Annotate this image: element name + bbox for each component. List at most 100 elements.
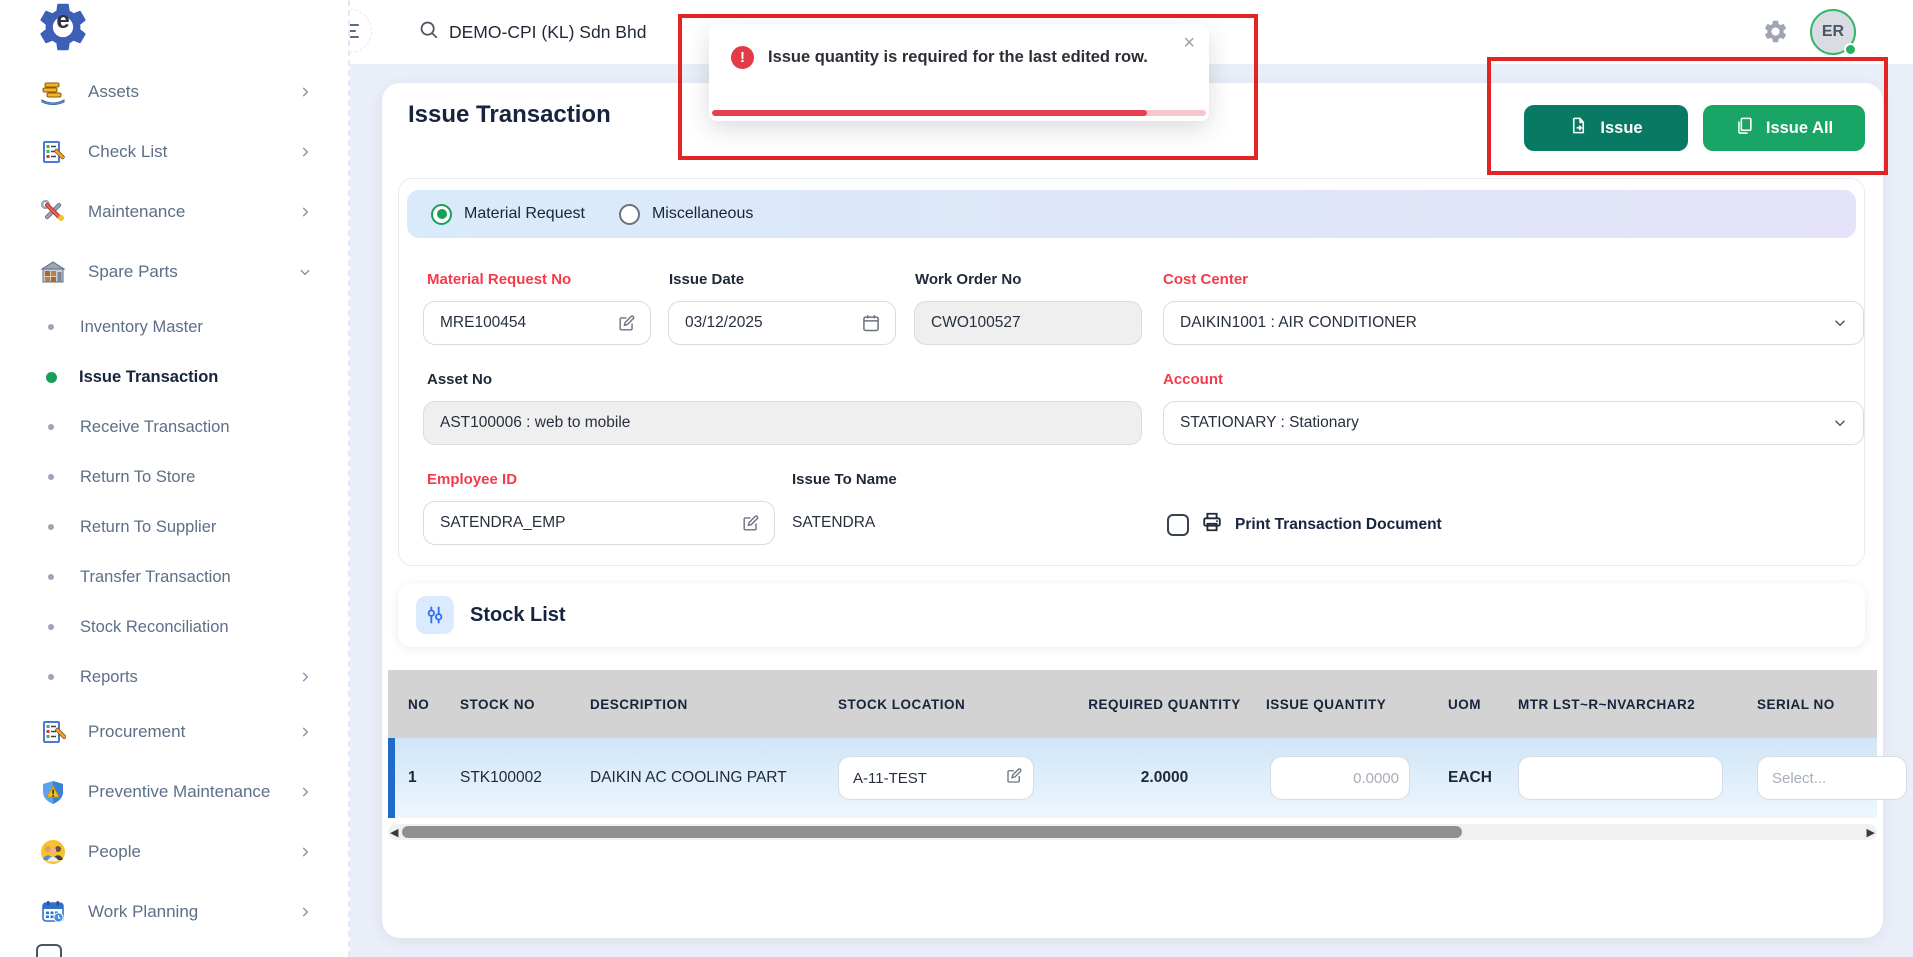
stock-table-row: 1 STK100002 DAIKIN AC COOLING PART 2.000… [388,738,1877,818]
edit-icon[interactable] [1005,767,1023,790]
spare-parts-icon [36,257,70,287]
page-title: Issue Transaction [408,101,611,129]
scroll-left-arrow[interactable]: ◀ [390,826,398,839]
global-search[interactable]: DEMO-CPI (KL) Sdn Bhd [418,0,646,64]
stock-location-field[interactable] [838,756,1034,800]
transaction-form-panel: Material Request Miscellaneous Material … [398,178,1865,566]
issue-date-field[interactable] [668,301,896,345]
issue-quantity-input[interactable] [1285,770,1399,787]
sidebar-item-receive-transaction[interactable]: Receive Transaction [0,402,348,452]
miscellaneous-radio[interactable]: Miscellaneous [619,204,753,225]
sidebar-item-people[interactable]: People [0,822,348,882]
col-stock-no: STOCK NO [460,697,590,712]
material-request-no-input[interactable] [440,314,617,332]
chevron-down-icon [1831,314,1849,332]
error-icon: ! [731,46,754,69]
edit-icon[interactable] [741,514,760,533]
serial-no-field[interactable] [1757,756,1907,800]
sidebar-item-procurement[interactable]: Procurement [0,702,348,762]
serial-no-input[interactable] [1772,770,1896,787]
employee-id-field[interactable] [423,501,775,545]
copy-icon [1735,116,1754,140]
mtr-lst-field[interactable] [1518,756,1723,800]
calendar-icon[interactable] [861,313,881,333]
chevron-right-icon [298,85,312,99]
sidebar-item-return-to-store[interactable]: Return To Store [0,452,348,502]
chevron-right-icon [298,670,312,684]
cost-center-select[interactable]: DAIKIN1001 : AIR CONDITIONER [1163,301,1864,345]
scroll-right-arrow[interactable]: ▶ [1867,826,1875,839]
mtr-lst-input[interactable] [1533,770,1712,787]
bullet-icon [48,674,54,680]
horizontal-scrollbar[interactable]: ◀ ▶ [388,824,1877,840]
chevron-right-icon [298,785,312,799]
print-document-label: Print Transaction Document [1235,516,1442,534]
account-select[interactable]: STATIONARY : Stationary [1163,401,1864,445]
sidebar-nav: Assets Check List Maintenance Spare Part… [0,62,348,942]
sidebar-item-reports[interactable]: Reports [0,652,348,702]
sidebar-item-label: Assets [88,82,139,102]
col-serial-no: SERIAL NO [1757,697,1877,712]
account-label: Account [1163,371,1223,388]
material-request-radio[interactable]: Material Request [431,204,585,225]
chevron-right-icon [298,145,312,159]
bullet-icon [48,574,54,580]
col-no: NO [408,697,460,712]
toast-progress-track [712,110,1206,116]
issue-to-name-value: SATENDRA [792,514,875,532]
assets-icon [36,77,70,107]
issue-transaction-card: Issue Transaction Issue Issue All Materi… [382,83,1883,938]
sidebar-item-label: Check List [88,142,167,162]
chevron-right-icon [298,725,312,739]
sidebar-item-work-planning[interactable]: Work Planning [0,882,348,942]
chevron-down-icon [298,265,312,279]
asset-no-field: AST100006 : web to mobile [423,401,1142,445]
sidebar-item-label: Preventive Maintenance [88,782,270,802]
sidebar-item-inventory-master[interactable]: Inventory Master [0,302,348,352]
toast-message: Issue quantity is required for the last … [768,48,1148,67]
stock-location-input[interactable] [853,770,1005,787]
bullet-icon [48,524,54,530]
sidebar-item-assets[interactable]: Assets [0,62,348,122]
issue-date-label: Issue Date [669,271,744,288]
sidebar-item-issue-transaction[interactable]: Issue Transaction [0,352,348,402]
sidebar-item-stock-reconciliation[interactable]: Stock Reconciliation [0,602,348,652]
print-transaction-row: Print Transaction Document [1167,511,1442,538]
procurement-icon [36,717,70,747]
row-uom: EACH [1448,769,1518,787]
scrollbar-thumb[interactable] [402,826,1462,838]
employee-id-input[interactable] [440,514,741,532]
sidebar-item-check-list[interactable]: Check List [0,122,348,182]
settings-gear-icon[interactable] [1762,18,1789,50]
issue-all-button[interactable]: Issue All [1703,105,1865,151]
logo-letter: e [34,7,92,35]
print-document-checkbox[interactable] [1167,514,1189,536]
online-status-dot [1844,43,1857,56]
work-planning-icon [36,897,70,927]
chevron-right-icon [298,905,312,919]
material-request-no-label: Material Request No [427,271,571,288]
sidebar-item-return-to-supplier[interactable]: Return To Supplier [0,502,348,552]
edit-icon[interactable] [617,314,636,333]
toast-close-icon[interactable]: × [1183,32,1195,55]
sidebar-item-maintenance[interactable]: Maintenance [0,182,348,242]
col-uom: UOM [1448,697,1518,712]
issue-to-name-label: Issue To Name [792,471,897,488]
sidebar-item-transfer-transaction[interactable]: Transfer Transaction [0,552,348,602]
issue-quantity-field[interactable] [1270,756,1410,800]
material-request-no-field[interactable] [423,301,651,345]
app-logo[interactable]: e [34,0,92,56]
search-icon [418,19,439,45]
sidebar-item-label: Work Planning [88,902,198,922]
issue-date-input[interactable] [685,314,861,332]
chevron-right-icon [298,845,312,859]
error-toast: ! Issue quantity is required for the las… [709,24,1209,121]
printer-icon [1201,511,1223,538]
radio-unselected-icon [619,204,640,225]
sidebar-item-preventive-maintenance[interactable]: Preventive Maintenance [0,762,348,822]
chevron-down-icon [1831,414,1849,432]
issue-button[interactable]: Issue [1524,105,1688,151]
sidebar: e Assets Check List Maintenance [0,0,350,957]
row-description: DAIKIN AC COOLING PART [590,769,838,787]
sidebar-item-spare-parts[interactable]: Spare Parts [0,242,348,302]
